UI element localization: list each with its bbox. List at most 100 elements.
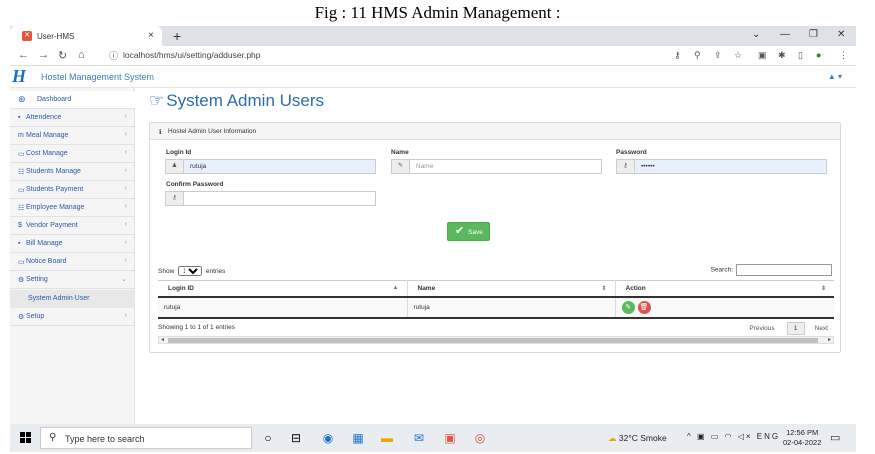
chevron-left-icon: ‹ <box>124 312 127 319</box>
edit-icon[interactable]: ✎ <box>621 300 635 314</box>
forward-icon[interactable]: → <box>38 49 49 61</box>
bookmark-star-icon[interactable]: ☆ <box>734 50 742 61</box>
extension-icon[interactable]: ▣ <box>758 50 767 61</box>
show-label: Show <box>158 268 175 275</box>
search-input[interactable] <box>736 264 832 276</box>
sidepanel-icon[interactable]: ▯ <box>798 50 803 61</box>
pagination: Previous 1 Next <box>749 322 828 335</box>
task-view-icon[interactable]: ⊟ <box>288 430 304 446</box>
windows-start-icon[interactable] <box>20 432 32 444</box>
login-id-input[interactable]: rutuja <box>184 159 376 174</box>
scroll-left-icon[interactable]: ◂ <box>161 336 164 343</box>
scroll-thumb[interactable] <box>168 338 818 343</box>
sidebar-item-dashboard[interactable]: ⊛ Dashboard <box>10 91 135 109</box>
home-icon[interactable]: ⌂ <box>78 49 85 61</box>
browser-tab[interactable]: ✕ User-HMS × <box>10 26 162 46</box>
horizontal-scrollbar[interactable]: ◂ ▸ <box>158 336 834 344</box>
sidebar-item-cost-manage[interactable]: ▭ Cost Manage ‹ <box>10 145 135 163</box>
window-close-button[interactable]: ✕ <box>837 29 845 40</box>
puzzle-icon[interactable]: ✱ <box>778 50 786 61</box>
cell-name: rutuja <box>407 296 616 319</box>
delete-icon[interactable]: 🗑 <box>637 300 651 314</box>
column-header-action[interactable]: Action ⇕ <box>615 280 834 298</box>
table-row: rutuja rutuja ✎ 🗑 <box>158 296 834 319</box>
confirm-password-input[interactable] <box>184 191 376 206</box>
sort-asc-icon: ▲ <box>392 285 399 291</box>
cell-action: ✎ 🗑 <box>615 296 834 319</box>
tab-search-icon[interactable]: ⌄ <box>752 29 760 40</box>
scroll-right-icon[interactable]: ▸ <box>828 336 831 343</box>
edge-icon[interactable]: ◉ <box>320 430 336 446</box>
back-icon[interactable]: ← <box>18 49 29 61</box>
entries-select[interactable]: 10 <box>178 266 203 276</box>
key-icon[interactable]: ⚷ <box>674 50 681 61</box>
share-icon[interactable]: ⇪ <box>714 50 722 61</box>
sidebar-item-system-admin-user[interactable]: System Admin User <box>10 290 135 308</box>
weather-widget[interactable]: ☁ 32°C Smoke <box>608 433 667 444</box>
sidebar-item-label: Bill Manage <box>26 240 63 247</box>
sidebar-item-students-manage[interactable]: ☷ Students Manage ‹ <box>10 163 135 181</box>
notification-icon[interactable]: ▭ <box>830 431 840 444</box>
dashboard-icon: ⊛ <box>18 94 26 104</box>
sidebar-item-label: Employee Manage <box>26 204 85 211</box>
user-menu[interactable]: ▲ ▾ <box>828 72 842 81</box>
page-title: ☞ System Admin Users <box>149 91 324 111</box>
zoom-icon[interactable]: ⚲ <box>694 50 701 61</box>
column-header-login-id[interactable]: Login ID ▲ <box>158 280 408 298</box>
sidebar-item-notice-board[interactable]: ▭ Notice Board ‹ <box>10 253 135 271</box>
url-field[interactable]: ⓘ localhost/hms/ui/setting/adduser.php <box>109 48 669 63</box>
name-input[interactable]: Name <box>410 159 602 174</box>
chrome-icon[interactable]: ◎ <box>472 430 488 446</box>
user-icon: ♟ <box>165 159 184 174</box>
sidebar-item-setting[interactable]: ⚙ Setting ⌄ <box>10 271 135 289</box>
save-button[interactable]: ✔ Save <box>447 222 490 241</box>
hms-logo[interactable]: H <box>12 66 26 87</box>
profile-icon[interactable]: ● <box>816 50 821 60</box>
column-header-name[interactable]: Name ⇕ <box>407 280 616 298</box>
chevron-left-icon: ‹ <box>124 167 127 174</box>
entries-length: Show 10 entries <box>158 266 225 276</box>
sort-icon: ⇕ <box>601 286 607 292</box>
mail-icon[interactable]: ✉ <box>411 430 427 446</box>
sidebar-item-bill-manage[interactable]: ▪ Bill Manage ‹ <box>10 235 135 253</box>
cortana-icon[interactable]: ○ <box>260 430 276 446</box>
url-text[interactable]: localhost/hms/ui/setting/adduser.php <box>123 50 261 60</box>
sidebar-item-employee-manage[interactable]: ☷ Employee Manage ‹ <box>10 199 135 217</box>
sidebar-item-vendor-payment[interactable]: $ Vendor Payment ‹ <box>10 217 135 235</box>
sidebar-item-label: Setup <box>26 313 45 320</box>
sidebar-item-meal-manage[interactable]: m Meal Manage ‹ <box>10 127 135 145</box>
brand-title[interactable]: Hostel Management System <box>41 72 154 82</box>
new-tab-button[interactable]: + <box>173 28 181 44</box>
sidebar-item-label: Cost Manage <box>26 150 68 157</box>
menu-icon[interactable]: ⋮ <box>839 50 848 61</box>
password-group: ⚷ •••••• <box>616 159 827 174</box>
chevron-left-icon: ‹ <box>124 203 127 210</box>
sidebar-item-attendence[interactable]: ▪ Attendence ‹ <box>10 109 135 127</box>
time-text: 12:56 PM <box>786 428 819 437</box>
search-label: Search: <box>710 266 733 274</box>
xampp-icon[interactable]: ▣ <box>442 430 458 446</box>
minimize-button[interactable]: — <box>780 29 790 40</box>
sidebar-item-label: Attendence <box>26 114 62 121</box>
next-button[interactable]: Next <box>815 325 828 332</box>
system-tray[interactable]: ^ ▣ ▭ ◠ ◁× ENG <box>687 432 780 441</box>
figure-caption: Fig : 11 HMS Admin Management : <box>314 3 561 22</box>
password-label: Password <box>616 149 647 156</box>
password-input[interactable]: •••••• <box>635 159 827 174</box>
reload-icon[interactable]: ↻ <box>58 49 67 62</box>
address-bar: ← → ↻ ⌂ ⓘ localhost/hms/ui/setting/addus… <box>10 46 856 66</box>
restore-button[interactable]: ❐ <box>809 29 818 40</box>
info-icon[interactable]: ⓘ <box>109 49 118 62</box>
page-button[interactable]: 1 <box>786 322 805 335</box>
sidebar-item-label: Students Manage <box>26 168 81 175</box>
tab-close-icon[interactable]: × <box>148 30 154 41</box>
sidebar-item-students-payment[interactable]: ▭ Students Payment ‹ <box>10 181 135 199</box>
sidebar-item-setup[interactable]: ⚙ Setup ‹ <box>10 308 135 326</box>
windows-taskbar: ⚲ Type here to search ○ ⊟ ◉ ▦ ▬ ✉ ▣ ◎ ☁ … <box>10 424 856 452</box>
file-explorer-icon[interactable]: ▬ <box>379 430 395 446</box>
clock[interactable]: 12:56 PM 02-04-2022 <box>783 428 821 448</box>
taskbar-search[interactable]: ⚲ Type here to search <box>40 427 252 449</box>
store-icon[interactable]: ▦ <box>350 430 366 446</box>
previous-button[interactable]: Previous <box>749 325 774 332</box>
header-label: Name <box>417 284 436 292</box>
